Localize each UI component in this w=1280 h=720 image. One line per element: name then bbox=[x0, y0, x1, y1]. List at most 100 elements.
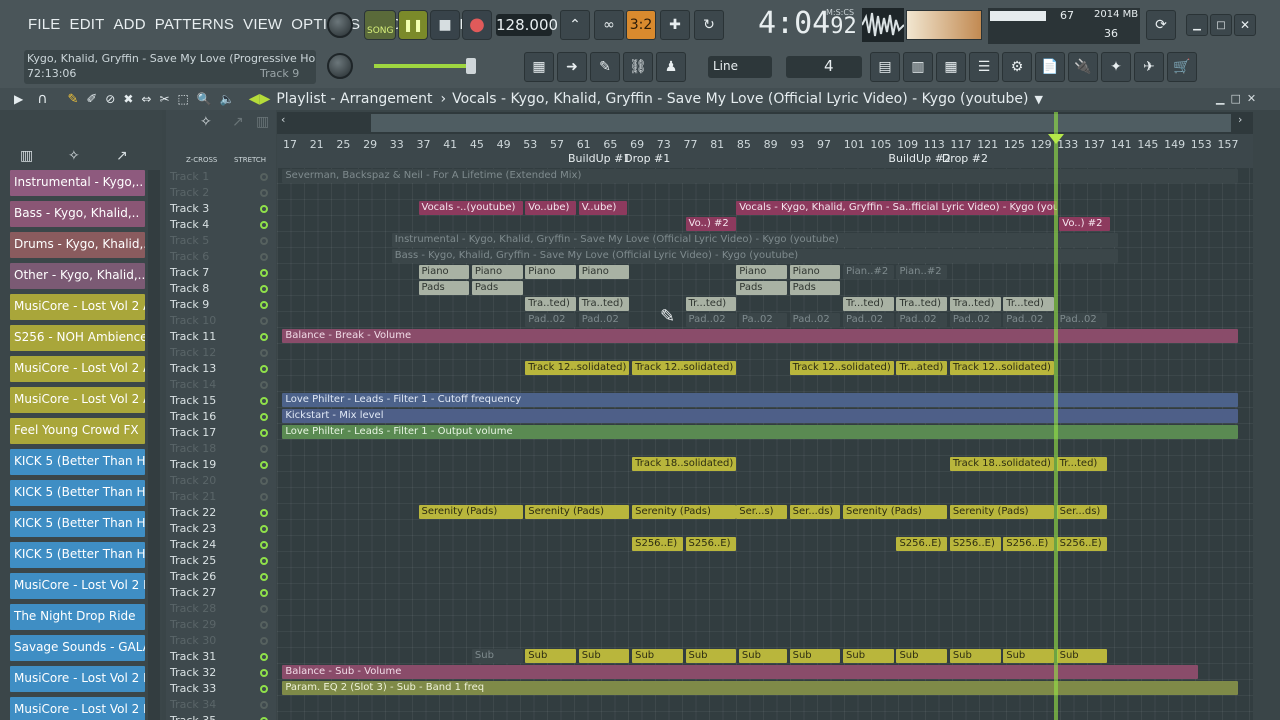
playlist-clip[interactable]: Love Philter - Leads - Filter 1 - Output… bbox=[282, 425, 1239, 439]
track-header[interactable]: Track 28 bbox=[166, 601, 276, 617]
pitch-knob[interactable] bbox=[327, 53, 353, 79]
track-header[interactable]: Track 16 bbox=[166, 409, 276, 425]
playlist-clip[interactable]: Pian..#2 bbox=[843, 265, 894, 279]
track-enable-icon[interactable] bbox=[260, 589, 268, 597]
browser-item[interactable]: MusiCore - Lost Vol 2 Am.. bbox=[10, 294, 145, 320]
track-header[interactable]: Track 29 bbox=[166, 617, 276, 633]
playlist-clip[interactable]: Tra..ted) bbox=[578, 297, 630, 311]
playlist-clip[interactable]: Piano bbox=[578, 265, 630, 279]
playlist-clip[interactable]: Sub bbox=[685, 649, 737, 663]
menu-item-patterns[interactable]: PATTERNS bbox=[155, 16, 234, 33]
browser-icon[interactable]: 📄 bbox=[1035, 52, 1065, 82]
playhead[interactable] bbox=[1054, 112, 1058, 720]
playhead-marker-icon[interactable] bbox=[1048, 134, 1064, 144]
playlist-clip[interactable]: Tra..ted) bbox=[896, 297, 948, 311]
delete-tool-icon[interactable]: ⊘ bbox=[105, 92, 115, 106]
zoom-tool-icon[interactable]: 🔍 bbox=[197, 92, 212, 106]
slice-tool-icon[interactable]: ✂ bbox=[159, 92, 169, 106]
magnet-icon[interactable]: ∩ bbox=[37, 91, 47, 107]
track-enable-icon[interactable] bbox=[260, 573, 268, 581]
track-enable-icon[interactable] bbox=[260, 269, 268, 277]
scroll-right-icon[interactable]: › bbox=[1238, 113, 1254, 131]
link-icon[interactable]: ⛓ bbox=[623, 52, 653, 82]
track-header[interactable]: Track 35 bbox=[166, 713, 276, 720]
playlist-clip[interactable]: Tra..ted) bbox=[525, 297, 577, 311]
playlist-clip[interactable]: Serenity (Pads) bbox=[949, 505, 1054, 519]
track-header[interactable]: Track 26 bbox=[166, 569, 276, 585]
browser-grid-icon[interactable]: ▥ bbox=[20, 148, 33, 164]
playlist-clip[interactable]: Balance - Break - Volume bbox=[282, 329, 1239, 343]
playlist-clip[interactable]: Sub bbox=[896, 649, 948, 663]
playlist-clip[interactable]: Severman, Backspaz & Neil - For A Lifeti… bbox=[282, 169, 1239, 183]
track-enable-icon[interactable] bbox=[260, 205, 268, 213]
tempo-tapper-icon[interactable]: ✦ bbox=[1101, 52, 1131, 82]
playlist-clip[interactable]: Sub bbox=[632, 649, 683, 663]
playlist-clip[interactable]: Pa..02 bbox=[738, 313, 787, 327]
mixer-icon[interactable]: ☰ bbox=[969, 52, 999, 82]
record-button[interactable]: ● bbox=[462, 10, 492, 40]
browser-waveform-icon[interactable]: ✧ bbox=[68, 148, 80, 164]
zcross-label[interactable]: Z-CROSS bbox=[186, 156, 217, 164]
playlist-clip[interactable]: Tr...ted) bbox=[1003, 297, 1054, 311]
track-header[interactable]: Track 7 bbox=[166, 265, 276, 281]
shop-icon[interactable]: 🛒 bbox=[1167, 52, 1197, 82]
playlist-clip[interactable]: Track 18..solidated) bbox=[949, 457, 1054, 471]
track-header[interactable]: Track 21 bbox=[166, 489, 276, 505]
browser-item[interactable]: KICK 5 (Better Than Her).. bbox=[10, 542, 145, 568]
playlist-clip[interactable]: Balance - Sub - Volume bbox=[282, 665, 1199, 679]
browser-item[interactable]: MusiCore - Lost Vol 2 Dru.. bbox=[10, 666, 145, 692]
playlist-clip[interactable]: Pads bbox=[789, 281, 841, 295]
track-enable-icon[interactable] bbox=[260, 509, 268, 517]
ruler-marker[interactable]: BuildUp #1 bbox=[568, 152, 630, 165]
track-header[interactable]: Track 5 bbox=[166, 233, 276, 249]
playlist-clip[interactable]: Track 12..solidated) bbox=[525, 361, 630, 375]
playlist-clip[interactable]: Vocals - Kygo, Khalid, Gryffin - Sa..ffi… bbox=[736, 201, 1057, 215]
tempo-display[interactable]: 128.000 bbox=[496, 14, 558, 36]
track-header[interactable]: Track 32 bbox=[166, 665, 276, 681]
maximize-icon[interactable]: □ bbox=[1210, 14, 1232, 36]
track-header[interactable]: Track 33 bbox=[166, 681, 276, 697]
track-enable-icon[interactable] bbox=[260, 637, 268, 645]
playlist-clip[interactable]: Track 12..solidated) bbox=[789, 361, 894, 375]
track-header[interactable]: Track 19 bbox=[166, 457, 276, 473]
browser-link-icon[interactable]: ↗ bbox=[116, 148, 128, 164]
step-selector[interactable]: 4 bbox=[786, 56, 862, 78]
step-edit-icon[interactable]: ✚ bbox=[660, 10, 690, 40]
track-enable-icon[interactable] bbox=[260, 285, 268, 293]
playback-tool-icon[interactable]: 🔈 bbox=[220, 92, 235, 106]
playlist-clip[interactable]: Pad..02 bbox=[525, 313, 577, 327]
track-header[interactable]: Track 23 bbox=[166, 521, 276, 537]
track-enable-icon[interactable] bbox=[260, 317, 268, 325]
overview-window[interactable] bbox=[371, 114, 1231, 132]
playlist-clip[interactable]: Serenity (Pads) bbox=[525, 505, 630, 519]
master-volume-knob[interactable] bbox=[327, 12, 353, 38]
track-enable-icon[interactable] bbox=[260, 621, 268, 629]
playlist-clip[interactable]: Serenity (Pads) bbox=[843, 505, 948, 519]
browser-item[interactable]: MusiCore - Lost Vol 2 Rid.. bbox=[10, 573, 145, 599]
vertical-scrollbar[interactable] bbox=[1253, 168, 1280, 720]
playlist-clip[interactable]: Pad..02 bbox=[789, 313, 841, 327]
playlist-clip[interactable]: Pads bbox=[418, 281, 470, 295]
track-enable-icon[interactable] bbox=[260, 237, 268, 245]
browser-scrollbar[interactable] bbox=[148, 170, 160, 720]
browser-item[interactable]: KICK 5 (Better Than Her) bbox=[10, 511, 145, 537]
scroll-left-icon[interactable]: ‹ bbox=[281, 113, 297, 131]
track-header[interactable]: Track 3 bbox=[166, 201, 276, 217]
browser-item[interactable]: Drums - Kygo, Khalid,.. bbox=[10, 232, 145, 258]
track-enable-icon[interactable] bbox=[260, 189, 268, 197]
ruler-marker[interactable]: Drop #2 bbox=[942, 152, 988, 165]
playlist-clip[interactable]: S256..E) bbox=[949, 537, 1001, 551]
playlist-clip[interactable]: Piano bbox=[471, 265, 523, 279]
track-enable-icon[interactable] bbox=[260, 381, 268, 389]
track-enable-icon[interactable] bbox=[260, 333, 268, 341]
track-header[interactable]: Track 20 bbox=[166, 473, 276, 489]
track-enable-icon[interactable] bbox=[260, 173, 268, 181]
playlist-clip[interactable]: Pads bbox=[471, 281, 523, 295]
playlist-clip[interactable]: Kickstart - Mix level bbox=[282, 409, 1239, 423]
track-enable-icon[interactable] bbox=[260, 685, 268, 693]
playlist-clip[interactable]: Tr...ted) bbox=[843, 297, 894, 311]
track-enable-icon[interactable] bbox=[260, 605, 268, 613]
playlist-clip[interactable]: S256..E) bbox=[685, 537, 737, 551]
playlist-clip[interactable]: Serenity (Pads) bbox=[418, 505, 523, 519]
playlist-clip[interactable]: Track 18..solidated) bbox=[632, 457, 737, 471]
